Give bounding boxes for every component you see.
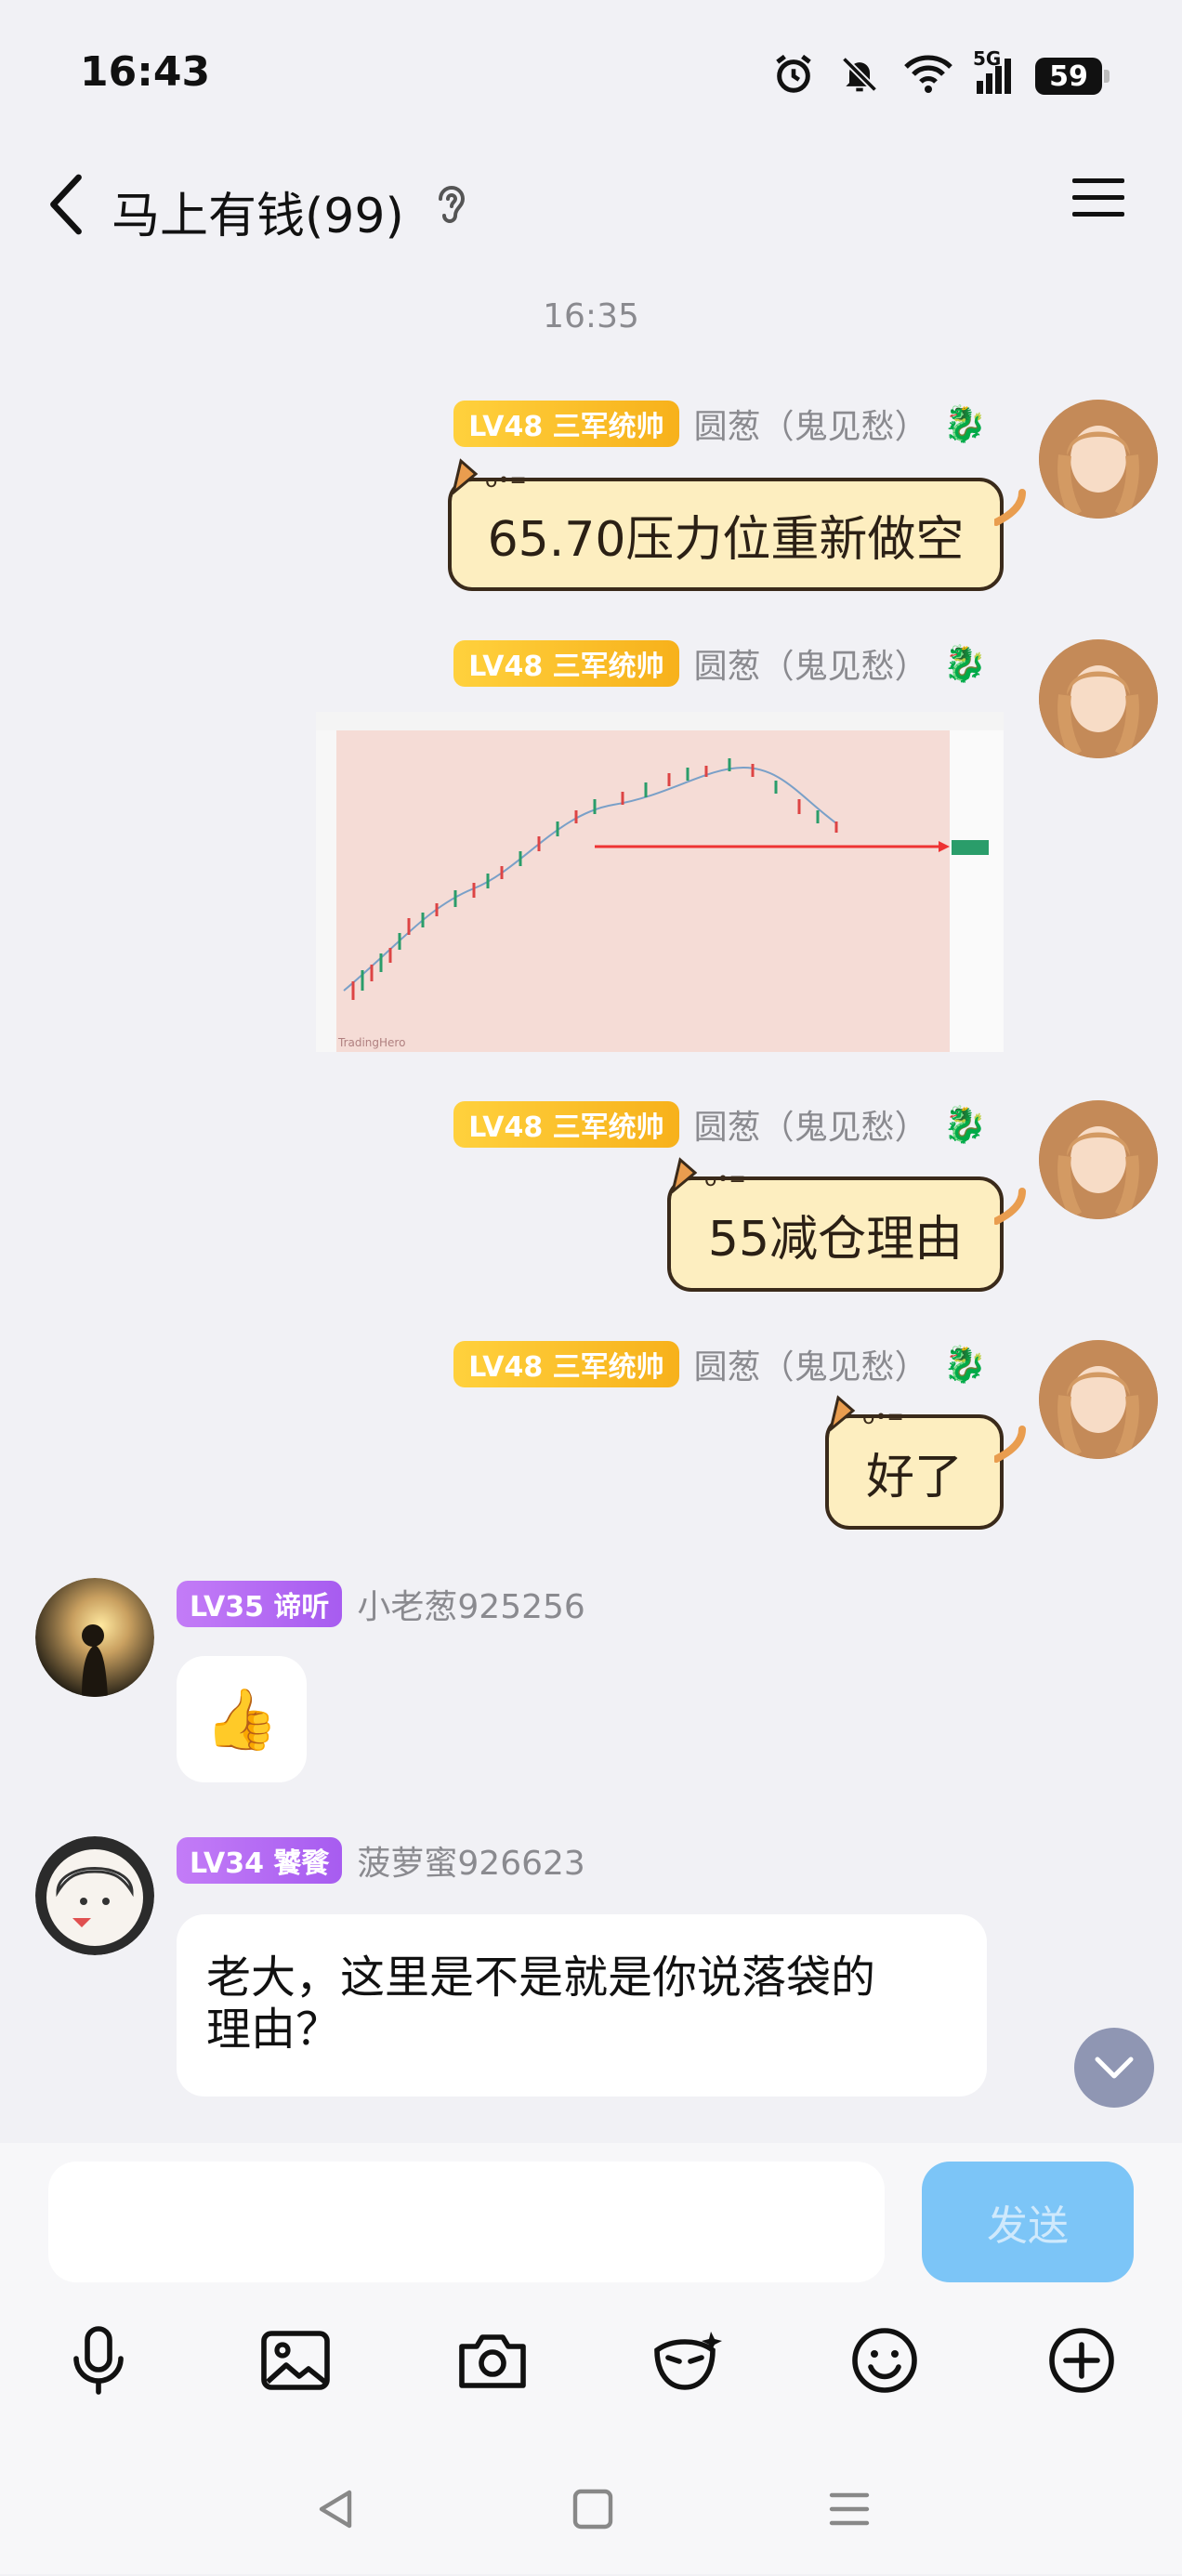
message-text: 55减仓理由 xyxy=(707,1211,964,1268)
message-text: 好了 xyxy=(865,1449,963,1505)
sender-name[interactable]: 圆葱（鬼见愁） xyxy=(694,400,928,448)
camera-icon xyxy=(459,2334,526,2388)
microphone-icon xyxy=(73,2326,124,2395)
network-type: 5G xyxy=(973,47,1002,70)
svg-text:ᴗ•=: ᴗ•= xyxy=(485,469,527,493)
dragon-icon: 🐉 xyxy=(942,402,987,444)
back-button[interactable] xyxy=(33,167,98,242)
level-badge: LV48 三军统帅 xyxy=(453,640,679,687)
sender-name[interactable]: 圆葱（鬼见愁） xyxy=(694,1100,928,1149)
sticker-button[interactable] xyxy=(650,2323,725,2398)
level-badge: LV35 谛听 xyxy=(177,1581,343,1627)
scroll-to-bottom-button[interactable] xyxy=(1074,2028,1154,2108)
nav-back-button[interactable] xyxy=(297,2472,372,2546)
message-bubble[interactable]: ᴗ•= 好了 xyxy=(825,1395,1026,1530)
sender-name[interactable]: 菠萝蜜926623 xyxy=(357,1836,584,1885)
level-badge: LV48 三军统帅 xyxy=(453,401,679,447)
message-text-line: 老大，这里是不是就是你说落袋的 xyxy=(206,1952,876,2004)
nav-recents-button[interactable] xyxy=(812,2472,886,2546)
level-badge: LV48 三军统帅 xyxy=(453,1341,679,1387)
battery-level: 59 xyxy=(1049,59,1088,93)
message-text: 65.70压力位重新做空 xyxy=(487,511,965,568)
message-input[interactable] xyxy=(48,2162,885,2282)
chevron-left-icon xyxy=(50,174,82,235)
ear-icon[interactable] xyxy=(433,182,470,230)
dragon-icon: 🐉 xyxy=(942,1343,987,1385)
cat-ear-decoration: ᴗ•= xyxy=(828,1395,904,1431)
mute-bell-icon xyxy=(839,54,880,99)
message-text-line: 理由？ xyxy=(206,2004,341,2056)
voice-button[interactable] xyxy=(61,2323,136,2398)
send-button[interactable]: 发送 xyxy=(922,2162,1134,2282)
avatar[interactable] xyxy=(1039,400,1158,519)
more-button[interactable] xyxy=(1044,2323,1119,2398)
cat-tail-decoration xyxy=(994,1426,1026,1463)
level-badge: LV34 饕餮 xyxy=(177,1837,343,1884)
cellular-signal-icon: 5G xyxy=(973,47,1011,94)
sender-name[interactable]: 圆葱（鬼见愁） xyxy=(694,639,928,688)
menu-button[interactable] xyxy=(1070,175,1145,234)
svg-text:ᴗ•=: ᴗ•= xyxy=(862,1406,904,1429)
avatar[interactable] xyxy=(1039,1340,1158,1459)
dragon-icon: 🐉 xyxy=(942,1103,987,1145)
status-icons: 5G 59 xyxy=(772,47,1110,104)
cat-ear-decoration: ᴗ•= xyxy=(670,1157,746,1193)
lines-recents-icon xyxy=(829,2492,870,2526)
cat-tail-decoration xyxy=(994,489,1026,526)
chat-title: 马上有钱(99) xyxy=(112,189,404,244)
photo-button[interactable] xyxy=(258,2323,333,2398)
status-time: 16:43 xyxy=(80,48,211,96)
emoji-button[interactable] xyxy=(847,2323,922,2398)
sender-name[interactable]: 圆葱（鬼见愁） xyxy=(694,1340,928,1388)
triangle-back-icon xyxy=(319,2490,352,2529)
image-icon xyxy=(261,2331,330,2390)
message-timestamp: 16:35 xyxy=(543,297,639,335)
battery-indicator: 59 xyxy=(1035,58,1110,95)
svg-text:ᴗ•=: ᴗ•= xyxy=(704,1168,746,1191)
chevron-down-icon xyxy=(1095,2057,1134,2079)
avatar[interactable] xyxy=(35,1836,154,1955)
camera-button[interactable] xyxy=(455,2323,530,2398)
avatar[interactable] xyxy=(35,1578,154,1697)
avatar[interactable] xyxy=(1039,639,1158,758)
dragon-icon: 🐉 xyxy=(942,642,987,684)
message-bubble[interactable]: ᴗ•= 55减仓理由 xyxy=(667,1157,1026,1292)
plus-circle-icon xyxy=(1049,2328,1114,2393)
cat-ear-decoration: ᴗ•= xyxy=(451,458,527,494)
alarm-icon xyxy=(772,53,815,99)
square-home-icon xyxy=(572,2489,613,2530)
menu-icon xyxy=(1072,178,1124,217)
nav-home-button[interactable] xyxy=(556,2472,630,2546)
message-bubble[interactable]: 老大，这里是不是就是你说落袋的 理由？ xyxy=(177,1914,987,2096)
message-bubble[interactable]: ᴗ•= 65.70压力位重新做空 xyxy=(448,458,1026,591)
wifi-icon xyxy=(904,54,952,99)
avatar[interactable] xyxy=(1039,1100,1158,1219)
message-bubble[interactable]: 👍 xyxy=(177,1656,307,1782)
svg-text:TradingHero: TradingHero xyxy=(337,1036,405,1049)
sender-name[interactable]: 小老葱925256 xyxy=(357,1580,584,1628)
thumbs-up-icon: 👍 xyxy=(204,1685,279,1755)
mask-icon xyxy=(654,2332,722,2390)
level-badge: LV48 三军统帅 xyxy=(453,1101,679,1148)
shared-chart-image[interactable]: TradingHero xyxy=(316,712,1004,1052)
cat-tail-decoration xyxy=(994,1188,1026,1225)
smiley-icon xyxy=(852,2328,917,2393)
